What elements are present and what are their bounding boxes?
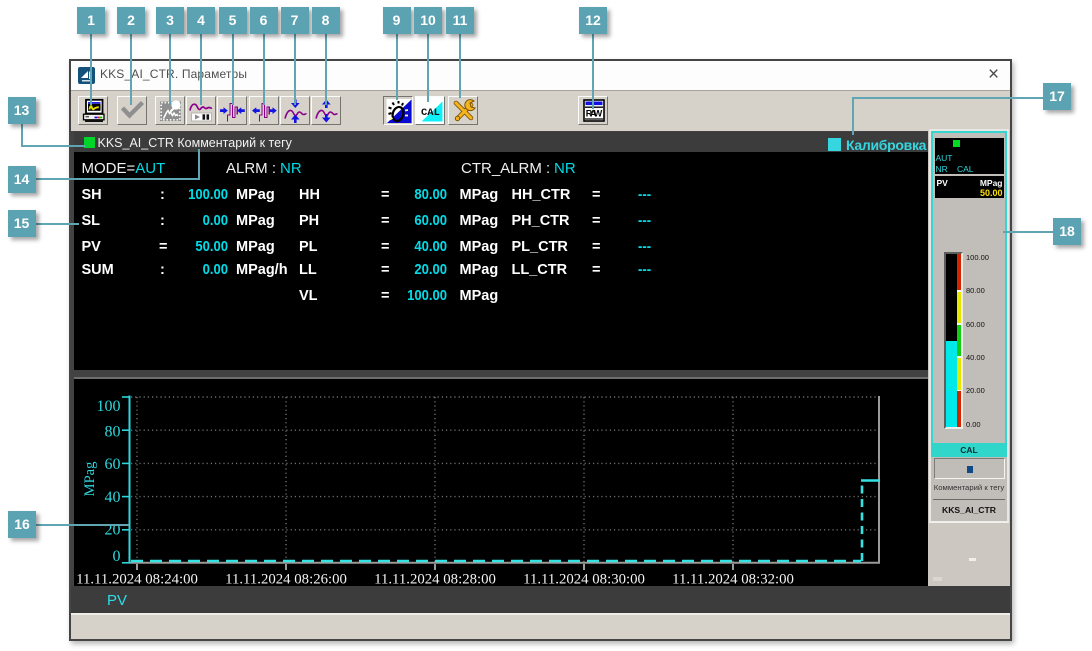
svg-text:0: 0 bbox=[113, 548, 121, 565]
svg-text:11.11.2024 08:24:00: 11.11.2024 08:24:00 bbox=[76, 572, 198, 587]
svg-text:60: 60 bbox=[105, 456, 121, 473]
svg-text:11.11.2024 08:30:00: 11.11.2024 08:30:00 bbox=[523, 572, 645, 587]
svg-text:80: 80 bbox=[105, 423, 121, 440]
svg-text:RAW: RAW bbox=[585, 109, 602, 119]
svg-text:40: 40 bbox=[105, 489, 121, 506]
svg-text:100: 100 bbox=[97, 398, 121, 415]
svg-text:11.11.2024 08:28:00: 11.11.2024 08:28:00 bbox=[374, 572, 496, 587]
svg-text:MPag: MPag bbox=[82, 462, 98, 497]
svg-text:11.11.2024 08:26:00: 11.11.2024 08:26:00 bbox=[225, 572, 347, 587]
svg-text:11.11.2024 08:32:00: 11.11.2024 08:32:00 bbox=[672, 572, 794, 587]
svg-text:CAL: CAL bbox=[421, 107, 440, 119]
